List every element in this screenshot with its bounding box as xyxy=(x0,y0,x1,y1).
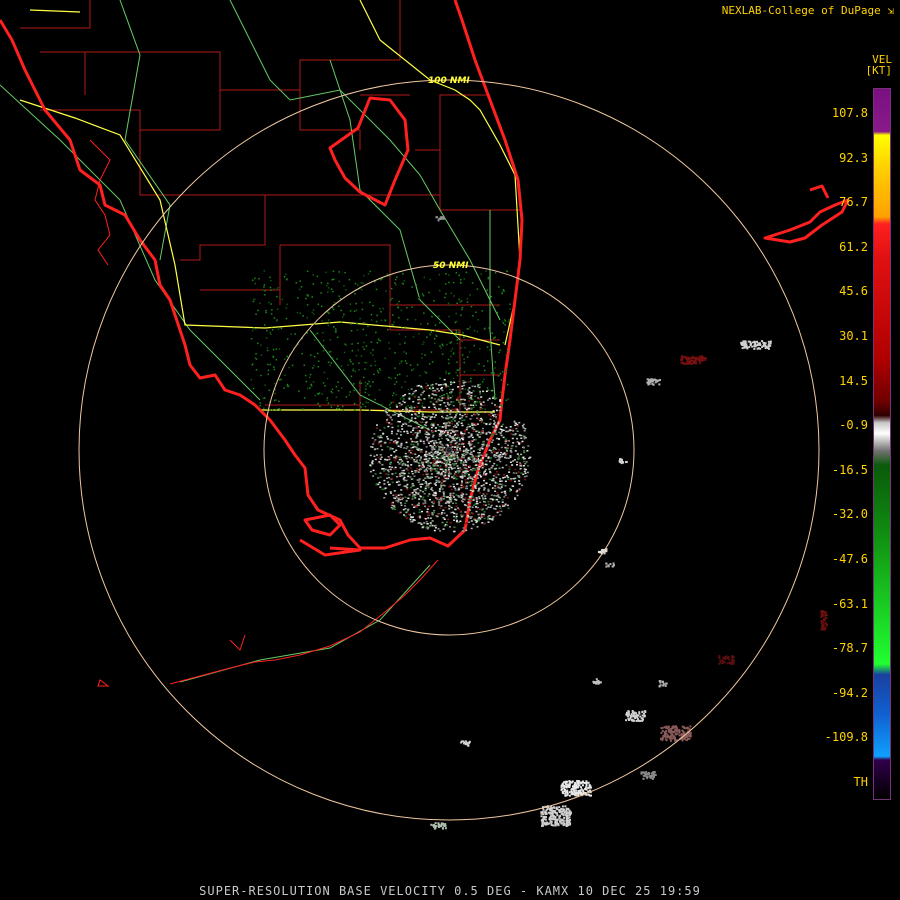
legend-tick: 30.1 xyxy=(839,329,868,343)
range-ring-label-100: 100 NMI xyxy=(428,76,470,86)
legend-tick: -78.7 xyxy=(831,641,868,656)
legend-tick: 45.6 xyxy=(839,284,868,299)
velocity-color-scale xyxy=(873,88,891,800)
credit-label: NEXLAB-College of DuPage ⇲ xyxy=(722,4,894,17)
external-link-icon: ⇲ xyxy=(887,4,894,17)
legend-tick: 107.8 xyxy=(831,106,868,120)
legend-tick: -16.5 xyxy=(831,462,868,477)
interstates xyxy=(19,0,521,413)
legend-tick: -94.2 xyxy=(831,685,868,700)
legend-tick: -109.8 xyxy=(824,730,868,745)
product-caption: SUPER-RESOLUTION BASE VELOCITY 0.5 DEG -… xyxy=(199,884,701,898)
radar-map: 50 NMI 100 NMI xyxy=(0,0,850,830)
legend-tick: -63.1 xyxy=(831,596,868,611)
range-ring-label-50: 50 NMI xyxy=(433,261,469,271)
highways xyxy=(0,0,501,683)
radar-site-marker xyxy=(445,446,453,454)
legend-tick: -0.9 xyxy=(839,418,868,433)
legend-tick: 14.5 xyxy=(839,373,868,388)
legend-tick: 92.3 xyxy=(839,150,868,165)
legend-tick: -32.0 xyxy=(831,507,868,522)
legend-tick: 76.7 xyxy=(839,195,868,210)
legend-unit: [KT] xyxy=(865,64,893,77)
legend-tick: -47.6 xyxy=(831,552,868,566)
legend-tick: 61.2 xyxy=(839,239,868,254)
legend-tick: TH xyxy=(853,775,868,789)
credit-text: NEXLAB-College of DuPage xyxy=(721,4,881,17)
